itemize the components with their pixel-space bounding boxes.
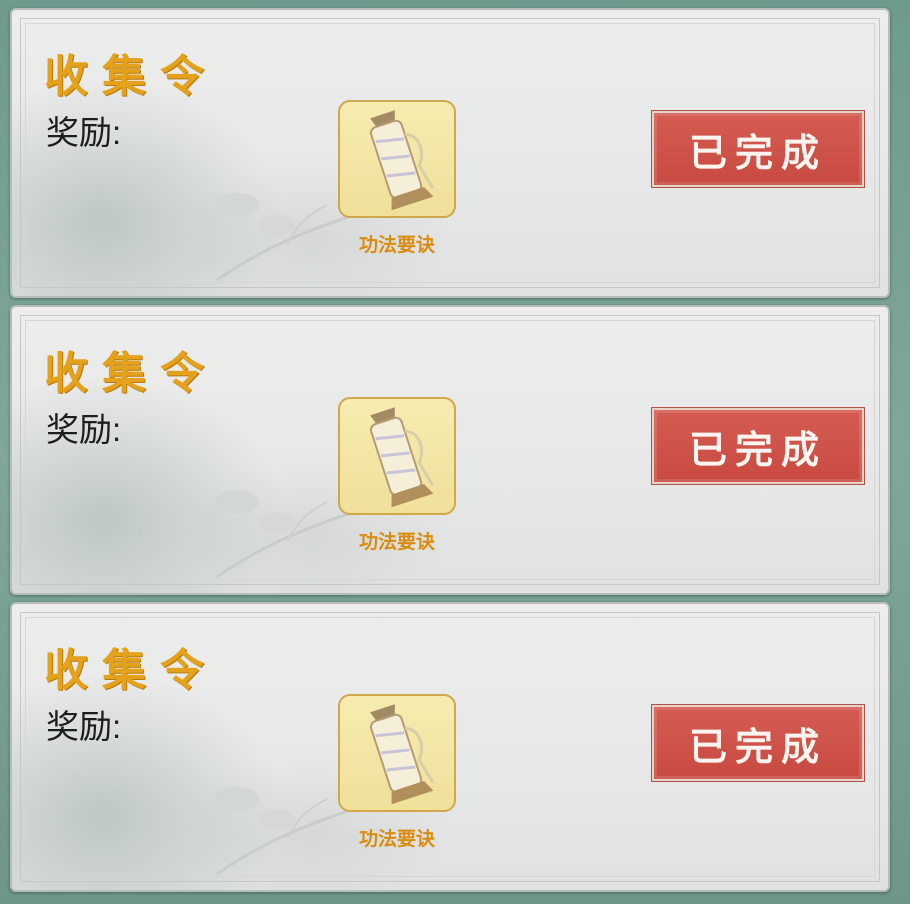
completed-button[interactable]: 已完成 <box>651 704 865 782</box>
reward-label: 奖励: <box>46 114 122 151</box>
task-card: 收集令 奖励: 功法要诀 已完成 <box>10 305 890 595</box>
reward-item-name: 功法要诀 <box>358 531 435 553</box>
completed-button[interactable]: 已完成 <box>651 110 865 188</box>
scroll-icon <box>369 407 435 508</box>
task-title: 收集令 <box>44 348 218 399</box>
completed-button-label: 已完成 <box>688 129 827 175</box>
completed-button[interactable]: 已完成 <box>651 407 865 485</box>
reward-label: 奖励: <box>46 411 122 448</box>
reward-label: 奖励: <box>46 708 122 745</box>
completed-button-label: 已完成 <box>688 723 827 769</box>
task-card: 收集令 奖励: 功法要诀 已完成 <box>10 602 890 892</box>
reward-item-slot[interactable] <box>338 694 456 812</box>
reward-item-slot[interactable] <box>338 397 456 515</box>
reward-item-slot[interactable] <box>338 100 456 218</box>
completed-button-label: 已完成 <box>688 426 827 472</box>
reward-item-name: 功法要诀 <box>358 234 435 256</box>
reward-item-name: 功法要诀 <box>358 828 435 850</box>
task-card: 收集令 奖励: 功法要诀 已完成 <box>10 8 890 298</box>
task-title: 收集令 <box>44 51 218 102</box>
scroll-icon <box>369 704 435 805</box>
task-title: 收集令 <box>44 645 218 696</box>
scroll-icon <box>369 110 435 211</box>
